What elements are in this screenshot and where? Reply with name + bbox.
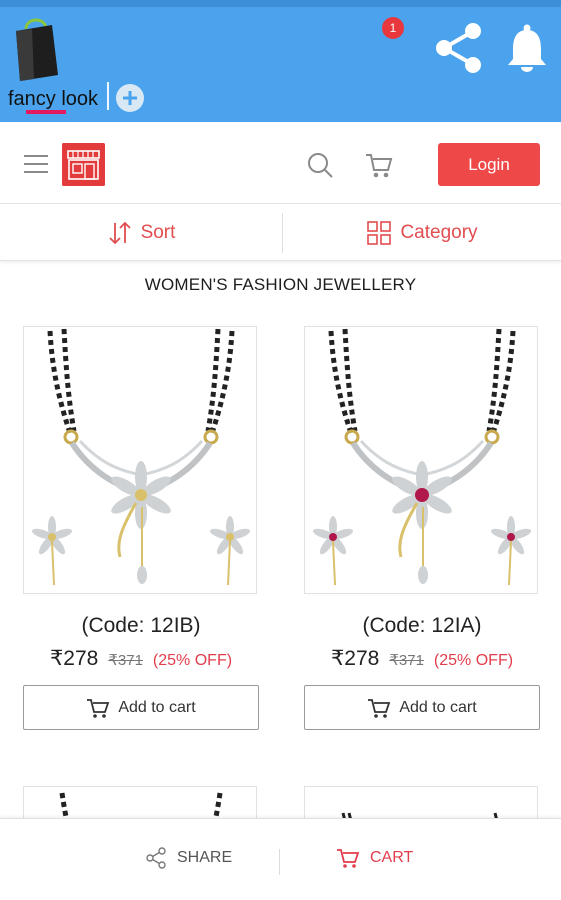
product-image[interactable] [304, 326, 538, 594]
category-label: Category [400, 221, 478, 243]
store-logo-icon[interactable] [62, 143, 105, 186]
original-price: ₹371 [389, 652, 424, 669]
sortbar-divider [282, 213, 283, 253]
cart-count-badge: 1 [382, 17, 404, 39]
discount-label: (25% OFF) [152, 652, 233, 669]
share-icon[interactable] [432, 21, 486, 75]
cart-icon[interactable] [364, 151, 394, 179]
grid-icon [367, 220, 392, 245]
price-row: ₹278 ₹371 (25% OFF) [23, 646, 259, 671]
add-tab-button[interactable] [116, 84, 144, 112]
status-strip [0, 0, 561, 7]
section-title: WOMEN'S FASHION JEWELLERY [144, 275, 417, 294]
sort-filter-bar: Sort Category [0, 204, 561, 261]
cart-icon [368, 698, 391, 718]
notification-bell-icon[interactable] [506, 23, 548, 73]
share-button[interactable]: SHARE [145, 847, 232, 869]
sort-label: Sort [140, 221, 176, 243]
original-price: ₹371 [108, 652, 143, 669]
add-to-cart-label: Add to cart [399, 698, 477, 716]
menu-icon[interactable] [24, 155, 48, 173]
add-to-cart-button[interactable]: Add to cart [304, 685, 540, 730]
necklace-image [312, 328, 532, 586]
tab-divider [107, 82, 109, 110]
discount-label: (25% OFF) [433, 652, 514, 669]
add-to-cart-button[interactable]: Add to cart [23, 685, 259, 730]
product-card[interactable]: (Code: 12IB) ₹278 ₹371 (25% OFF) Add to … [23, 326, 259, 730]
bottom-action-bar: SHARE CART [0, 818, 561, 900]
sale-price: ₹278 [330, 647, 380, 670]
cart-label: CART [370, 849, 414, 866]
sale-price: ₹278 [49, 647, 99, 670]
sort-arrows-icon [108, 221, 131, 244]
login-button[interactable]: Login [438, 143, 540, 186]
sort-button[interactable]: Sort [0, 204, 282, 261]
price-row: ₹278 ₹371 (25% OFF) [304, 646, 540, 671]
product-image[interactable] [23, 326, 257, 594]
cart-icon [87, 698, 110, 718]
add-to-cart-label: Add to cart [118, 698, 196, 716]
product-code: (Code: 12IA) [362, 614, 482, 637]
product-code: (Code: 12IB) [81, 614, 201, 637]
product-card[interactable]: (Code: 12IA) ₹278 ₹371 (25% OFF) Add to … [304, 326, 540, 730]
cart-button[interactable]: CART [336, 847, 413, 869]
category-button[interactable]: Category [284, 204, 561, 261]
shopping-bag-icon [16, 18, 58, 81]
share-label: SHARE [177, 849, 233, 866]
plus-icon [123, 91, 137, 105]
store-header: Login [0, 122, 561, 204]
necklace-image [31, 328, 251, 586]
bottom-divider [279, 849, 280, 875]
share-icon [146, 847, 166, 869]
cart-icon [337, 849, 360, 868]
search-icon[interactable] [306, 151, 334, 179]
tab-label: fancy look [8, 87, 99, 110]
tab-active-indicator [26, 110, 66, 114]
